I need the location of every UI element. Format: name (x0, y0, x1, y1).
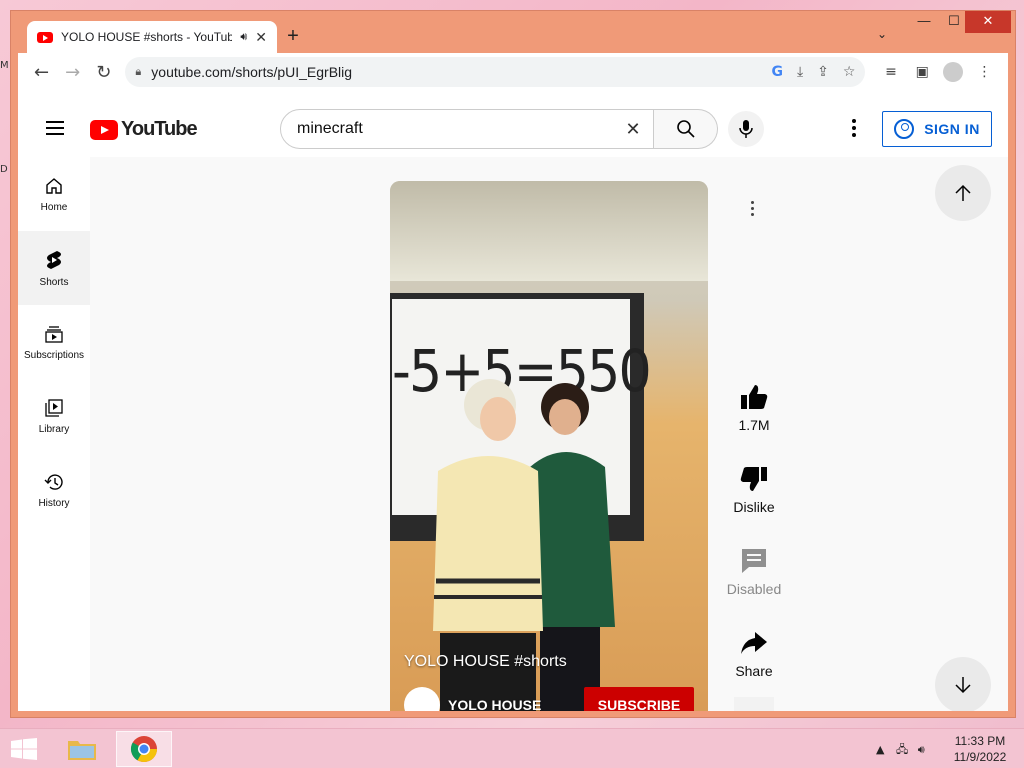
windows-start-icon[interactable] (10, 738, 38, 760)
sidebar-item-label: Subscriptions (23, 349, 85, 361)
home-icon (46, 177, 62, 194)
share-label: Share (735, 663, 773, 679)
youtube-play-icon (90, 119, 118, 140)
close-window-button[interactable]: ✕ (965, 11, 1011, 33)
minimize-button[interactable]: — (909, 11, 939, 33)
clock-date: 11/9/2022 (953, 750, 1007, 764)
back-arrow-icon[interactable]: ← (26, 62, 57, 83)
youtube-wordmark: YouTube (121, 118, 198, 140)
desktop-icon-fragment[interactable]: M (0, 60, 10, 72)
share-arrow-icon (741, 632, 767, 654)
reload-icon[interactable]: ↻ (88, 62, 119, 83)
profile-avatar[interactable] (938, 62, 969, 82)
side-panel-icon[interactable]: ▣ (907, 64, 938, 80)
sidebar-item-home[interactable]: Home (18, 157, 90, 231)
comment-icon (742, 549, 766, 573)
like-count: 1.7M (738, 417, 770, 433)
history-icon (44, 473, 63, 490)
volume-icon[interactable]: 🔊︎ (918, 743, 925, 756)
search-button[interactable] (654, 109, 718, 149)
tab-close-icon[interactable]: ✕ (255, 29, 267, 46)
microphone-icon (739, 120, 753, 138)
sidebar-item-label: Home (40, 201, 68, 213)
short-video-player[interactable]: -5+5=550 YOLO HOUSE #shorts YOLO HOUSE S… (390, 181, 708, 711)
tab-title: YOLO HOUSE #shorts - YouTube (61, 30, 233, 44)
chrome-window: YOLO HOUSE #shorts - YouTube 🔊︎ ✕ + ⌄ — … (10, 10, 1016, 718)
title-bar: YOLO HOUSE #shorts - YouTube 🔊︎ ✕ + ⌄ — … (11, 11, 1015, 53)
tab-search-chevron-icon[interactable]: ⌄ (877, 27, 887, 41)
lock-icon[interactable]: 🔒︎ (135, 66, 141, 79)
sidebar-item-label: Library (38, 423, 70, 435)
share-button[interactable]: Share (722, 629, 786, 679)
chrome-icon (130, 736, 158, 763)
folder-icon (68, 741, 96, 760)
video-ceiling (390, 181, 708, 281)
sidebar-item-shorts[interactable]: Shorts (18, 231, 90, 305)
browser-toolbar: ← → ↻ 🔒︎ youtube.com/shorts/pUI_EgrBlig … (18, 53, 1008, 91)
youtube-page: YouTube minecraft ✕ SIGN IN Home Shorts … (18, 91, 1008, 711)
search-query[interactable]: minecraft (297, 120, 613, 138)
thumbs-down-icon (740, 467, 767, 491)
network-icon[interactable]: 🖧 (896, 743, 908, 756)
more-actions-icon[interactable] (751, 201, 755, 219)
next-short-button[interactable] (935, 657, 991, 711)
search-input[interactable]: minecraft ✕ (280, 109, 654, 149)
arrow-up-icon (955, 184, 971, 201)
youtube-logo[interactable]: YouTube (90, 118, 198, 141)
arrow-down-icon (955, 677, 971, 694)
sidebar-item-history[interactable]: History (18, 453, 90, 527)
new-tab-button[interactable]: + (281, 25, 305, 48)
dislike-label: Dislike (733, 499, 775, 515)
account-circle-icon (894, 119, 915, 139)
chrome-taskbar-button[interactable] (116, 731, 172, 767)
sidebar-item-label: Shorts (39, 276, 69, 288)
desktop-icon-fragment[interactable]: D (0, 164, 10, 176)
sidebar-item-label: History (38, 497, 70, 509)
sign-in-label: SIGN IN (924, 121, 980, 137)
shorts-icon (47, 250, 61, 269)
speaker-icon[interactable]: 🔊︎ (240, 31, 247, 44)
youtube-header: YouTube minecraft ✕ SIGN IN (18, 91, 1008, 157)
hamburger-menu-icon[interactable] (46, 121, 64, 139)
sidebar-item-library[interactable]: Library (18, 379, 90, 453)
media-control-icon[interactable]: ≡ (875, 64, 906, 80)
tray-expand-icon[interactable]: ▲ (876, 743, 884, 756)
settings-kebab-icon[interactable] (852, 119, 856, 140)
sidebar-item-subscriptions[interactable]: Subscriptions (18, 305, 90, 379)
chrome-menu-icon[interactable]: ⋮ (969, 64, 1000, 80)
taskbar-clock[interactable]: 11:33 PM 11/9/2022 (940, 733, 1020, 765)
thumbs-up-icon (741, 385, 768, 409)
clear-search-icon[interactable]: ✕ (613, 119, 653, 140)
like-button[interactable]: 1.7M (722, 383, 786, 433)
sign-in-button[interactable]: SIGN IN (882, 111, 992, 147)
clock-time: 11:33 PM (954, 734, 1006, 748)
address-bar[interactable]: 🔒︎ youtube.com/shorts/pUI_EgrBlig G ⤓ ⇪ … (125, 57, 866, 87)
subscribe-button[interactable]: SUBSCRIBE (584, 687, 694, 711)
browser-tab[interactable]: YOLO HOUSE #shorts - YouTube 🔊︎ ✕ (27, 21, 277, 53)
install-app-icon[interactable]: ⤓ (797, 64, 803, 80)
google-translate-icon[interactable]: G (771, 64, 783, 80)
share-page-icon[interactable]: ⇪ (817, 64, 829, 80)
library-icon (45, 398, 63, 417)
channel-name[interactable]: YOLO HOUSE (448, 697, 541, 711)
comments-label: Disabled (726, 581, 782, 597)
sound-thumbnail[interactable] (734, 697, 774, 711)
voice-search-button[interactable] (728, 111, 764, 147)
bookmark-star-icon[interactable]: ☆ (843, 64, 856, 80)
previous-short-button[interactable] (935, 165, 991, 221)
short-title: YOLO HOUSE #shorts (404, 653, 567, 670)
guide-sidebar: Home Shorts Subscriptions Library Histor… (18, 157, 90, 711)
youtube-favicon-icon (37, 31, 53, 43)
windows-taskbar: ▲ 🖧 🔊︎ 11:33 PM 11/9/2022 (0, 728, 1024, 768)
search-icon (676, 120, 695, 138)
dislike-button[interactable]: Dislike (722, 465, 786, 515)
comments-button[interactable]: Disabled (722, 547, 786, 597)
forward-arrow-icon[interactable]: → (57, 62, 88, 83)
system-tray[interactable]: ▲ 🖧 🔊︎ (876, 741, 925, 760)
subscriptions-icon (45, 325, 63, 343)
url-text[interactable]: youtube.com/shorts/pUI_EgrBlig (151, 64, 757, 80)
file-explorer-taskbar-button[interactable] (54, 731, 110, 767)
